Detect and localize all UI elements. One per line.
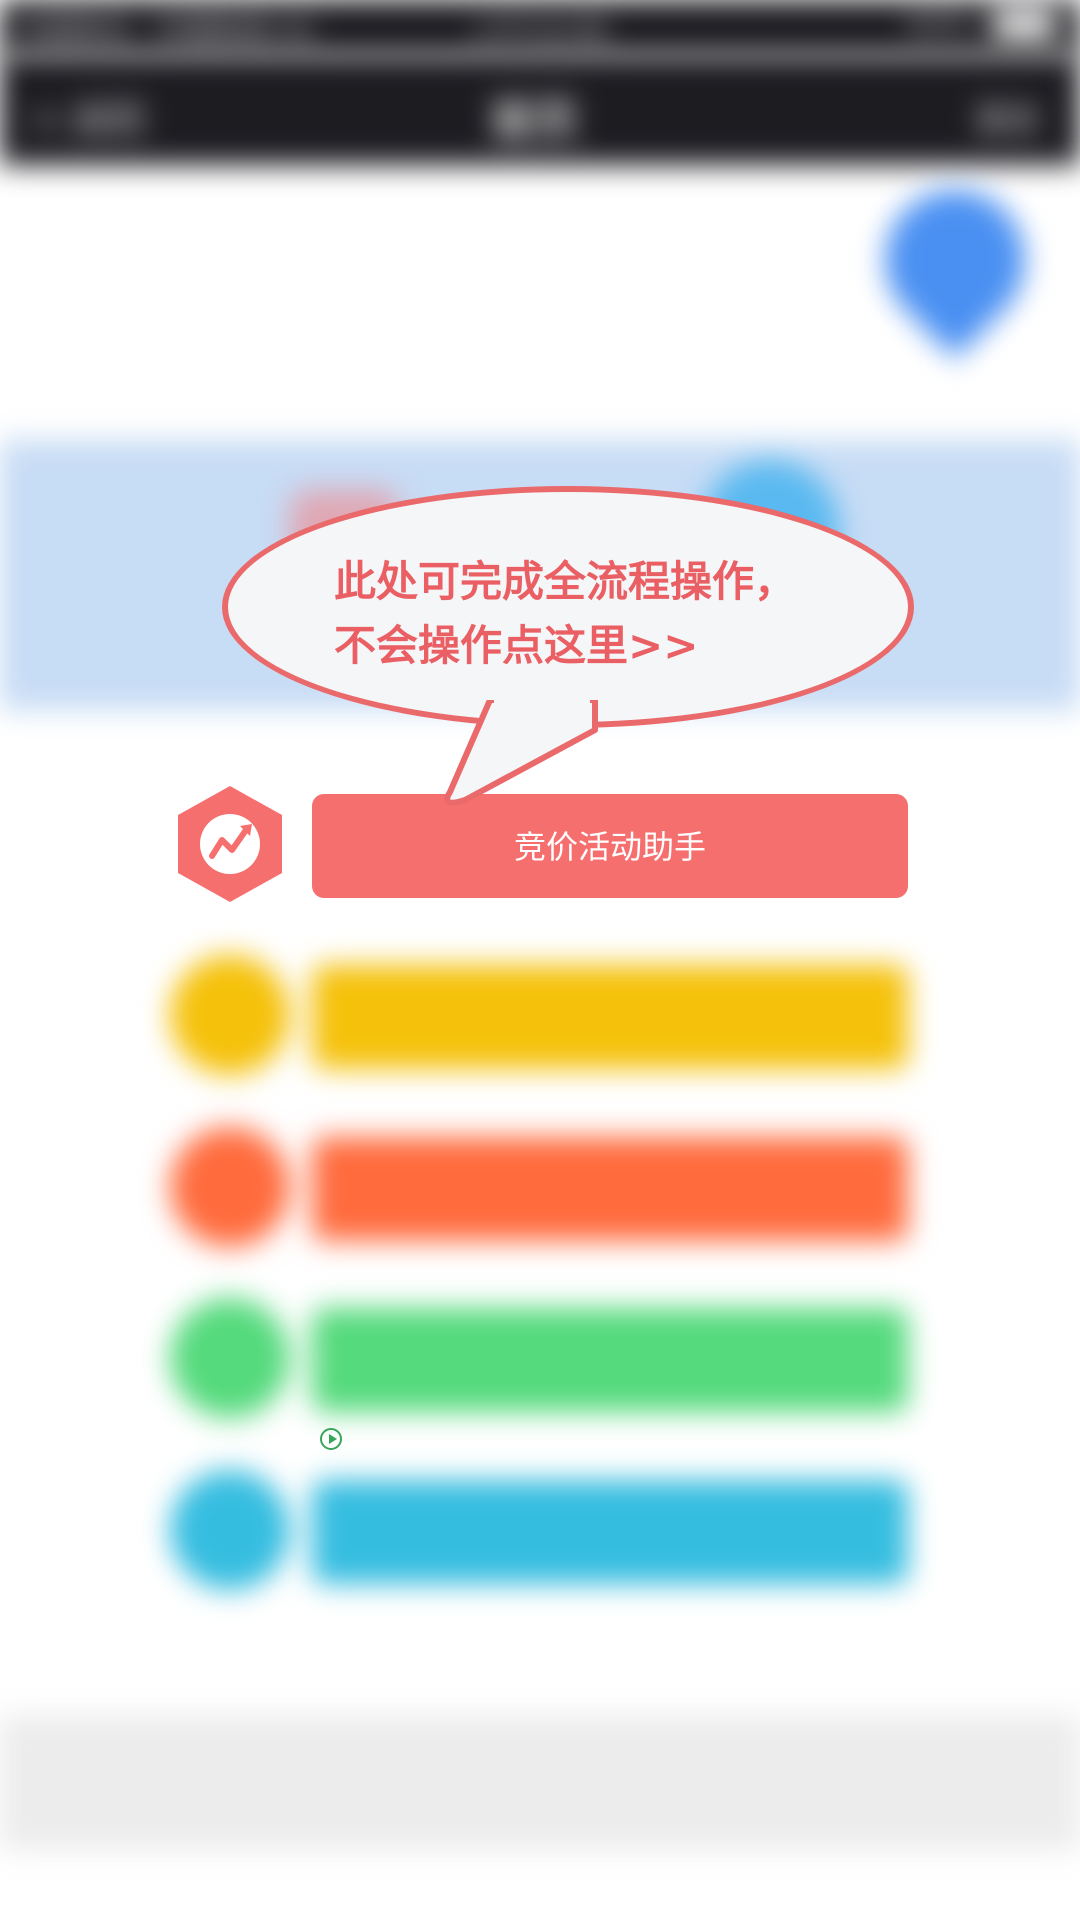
- menu-button-5[interactable]: [312, 1480, 908, 1584]
- location-pin-icon[interactable]: [856, 161, 1054, 359]
- tooltip-tail: [444, 700, 598, 806]
- nav-bar: < 返回 首页 更多: [0, 55, 1080, 165]
- menu-row-4[interactable]: [170, 1298, 910, 1418]
- page-title: 首页: [490, 96, 578, 147]
- bidding-assistant-button[interactable]: 竞价活动助手: [312, 794, 908, 898]
- menu-row-3[interactable]: [170, 1127, 910, 1247]
- battery-text: 62%: [908, 8, 972, 41]
- carrier-text: 中国移动 · 中国联通 4G: [16, 15, 316, 48]
- play-icon[interactable]: [320, 1428, 342, 1450]
- circle-icon: [170, 1470, 290, 1590]
- more-button[interactable]: 更多: [976, 95, 1040, 141]
- circle-icon: [170, 1127, 290, 1247]
- footer-notice: [0, 1715, 1080, 1850]
- tooltip-line-1: 此处可完成全流程操作，: [334, 557, 797, 606]
- clock-text: 上午10:08: [470, 15, 607, 48]
- menu-row-5[interactable]: [170, 1470, 910, 1590]
- tooltip-line-2: 不会操作点这里>>: [334, 621, 699, 670]
- menu-button-2[interactable]: [312, 965, 908, 1069]
- trend-up-icon: [178, 786, 282, 902]
- tooltip-text[interactable]: 此处可完成全流程操作， 不会操作点这里>>: [334, 550, 854, 678]
- battery-icon: [992, 10, 1056, 42]
- circle-icon: [170, 955, 290, 1075]
- circle-icon: [170, 1298, 290, 1418]
- battery-indicator: 62%: [909, 8, 1056, 42]
- menu-button-3[interactable]: [312, 1137, 908, 1241]
- back-button[interactable]: < 返回: [30, 91, 144, 143]
- menu-button-4[interactable]: [312, 1308, 908, 1412]
- status-bar: 中国移动 · 中国联通 4G 上午10:08 62%: [0, 0, 1080, 55]
- menu-row-2[interactable]: [170, 955, 910, 1075]
